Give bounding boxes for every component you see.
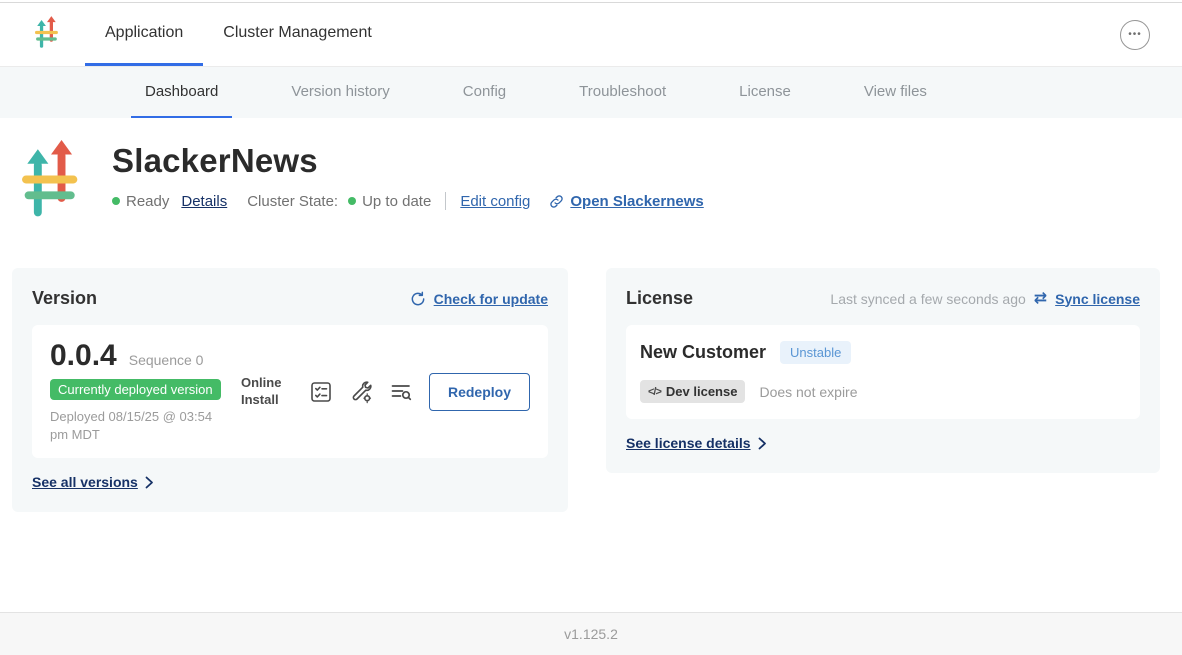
current-version-panel: 0.0.4 Sequence 0 Currently deployed vers…	[32, 325, 548, 458]
license-card: License Last synced a few seconds ago ⇄ …	[606, 268, 1160, 473]
chevron-right-icon	[145, 476, 154, 489]
top-tabs: Application Cluster Management	[85, 3, 392, 66]
deployed-badge: Currently deployed version	[50, 379, 221, 400]
app-subnav: Dashboard Version history Config Trouble…	[0, 67, 1182, 118]
more-options-button[interactable]: •••	[1120, 20, 1150, 50]
version-card-header: Version Check for update	[32, 288, 548, 309]
license-card-header: License Last synced a few seconds ago ⇄ …	[626, 288, 1140, 309]
tab-application[interactable]: Application	[85, 3, 203, 66]
sync-icon: ⇄	[1034, 291, 1047, 307]
ellipsis-icon: •••	[1128, 29, 1142, 40]
see-license-details-label: See license details	[626, 435, 751, 451]
cluster-state-value: Up to date	[362, 193, 431, 210]
license-type-label: Dev license	[666, 384, 738, 399]
see-all-versions-link[interactable]: See all versions	[32, 474, 154, 490]
config-wrench-icon[interactable]	[349, 380, 373, 404]
app-status-text: Ready	[126, 193, 169, 210]
dashboard-cards: Version Check for update	[12, 268, 1160, 512]
subnav-item-version-history[interactable]: Version history	[277, 67, 403, 118]
view-logs-icon[interactable]	[389, 380, 413, 404]
subnav-item-troubleshoot[interactable]: Troubleshoot	[565, 67, 680, 118]
top-bar: Application Cluster Management •••	[0, 3, 1182, 67]
page-title: SlackerNews	[112, 142, 704, 180]
divider	[445, 192, 446, 210]
version-sequence: Sequence 0	[129, 352, 204, 368]
slackernews-app-icon	[22, 140, 80, 224]
license-expiration: Does not expire	[759, 384, 857, 400]
ready-status-dot-icon	[112, 197, 120, 205]
channel-badge: Unstable	[780, 341, 851, 364]
open-app-link[interactable]: Open Slackernews	[548, 193, 703, 210]
check-for-update-link[interactable]: Check for update	[410, 291, 548, 307]
last-synced-text: Last synced a few seconds ago	[830, 291, 1025, 307]
console-version: v1.125.2	[564, 626, 618, 642]
license-card-title: License	[626, 288, 693, 309]
see-all-versions-label: See all versions	[32, 474, 138, 490]
version-number: 0.0.4	[50, 339, 117, 373]
license-panel: New Customer Unstable </> Dev license Do…	[626, 325, 1140, 419]
redeploy-button[interactable]: Redeploy	[429, 373, 530, 411]
subnav-item-view-files[interactable]: View files	[850, 67, 941, 118]
link-icon	[548, 193, 565, 210]
subnav-item-config[interactable]: Config	[449, 67, 520, 118]
admin-console-page: Application Cluster Management ••• Dashb…	[0, 0, 1182, 655]
details-link[interactable]: Details	[181, 193, 227, 210]
app-logo	[35, 16, 59, 54]
customer-name: New Customer	[640, 342, 766, 363]
cluster-state-label: Cluster State:	[247, 193, 338, 210]
chevron-right-icon	[758, 437, 767, 450]
subnav-item-license[interactable]: License	[725, 67, 805, 118]
check-for-update-label: Check for update	[434, 291, 548, 307]
release-notes-icon[interactable]	[309, 380, 333, 404]
edit-config-link[interactable]: Edit config	[460, 193, 530, 210]
dashboard-main: SlackerNews Ready Details Cluster State:…	[0, 118, 1182, 612]
code-icon: </>	[648, 386, 661, 398]
version-actions: Redeploy	[309, 373, 530, 411]
console-footer: v1.125.2	[0, 612, 1182, 655]
version-card-title: Version	[32, 288, 97, 309]
sync-license-link[interactable]: Sync license	[1055, 291, 1140, 307]
app-header: SlackerNews Ready Details Cluster State:…	[22, 140, 1160, 224]
install-type-label: Online Install	[241, 375, 291, 409]
tab-cluster-management[interactable]: Cluster Management	[203, 3, 392, 66]
cluster-state-dot-icon	[348, 197, 356, 205]
open-app-link-label: Open Slackernews	[570, 193, 703, 210]
refresh-icon	[410, 291, 426, 307]
deployed-timestamp: Deployed 08/15/25 @ 03:54 pm MDT	[50, 408, 223, 444]
slackernews-logo-icon	[35, 16, 59, 54]
subnav-item-dashboard[interactable]: Dashboard	[131, 67, 232, 118]
see-license-details-link[interactable]: See license details	[626, 435, 767, 451]
license-type-badge: </> Dev license	[640, 380, 745, 403]
current-version-info: 0.0.4 Sequence 0 Currently deployed vers…	[50, 339, 223, 444]
app-status-row: Ready Details Cluster State: Up to date …	[112, 192, 704, 210]
version-card: Version Check for update	[12, 268, 568, 512]
